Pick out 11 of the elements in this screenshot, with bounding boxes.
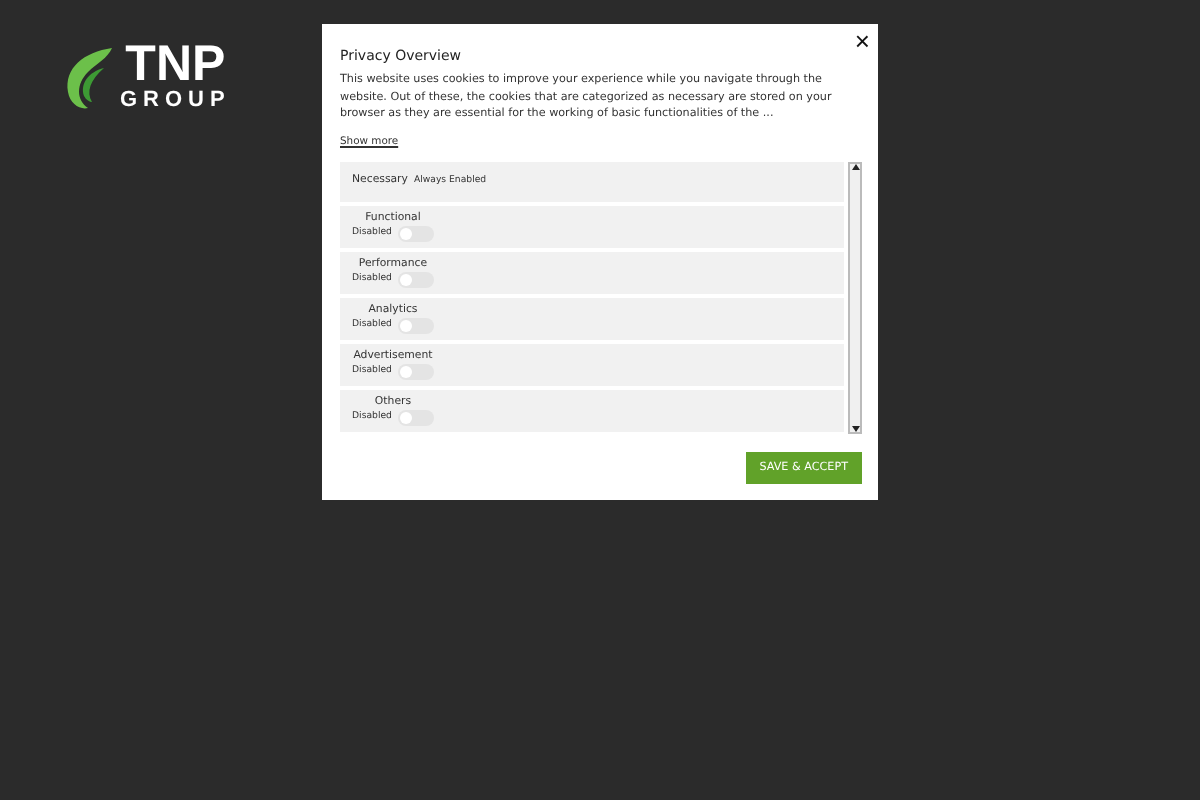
scroll-up-icon [851, 163, 859, 169]
scrollbar[interactable] [848, 161, 862, 433]
close-button[interactable]: × [854, 28, 870, 54]
toggle-switch[interactable] [397, 271, 434, 287]
toggle-switch[interactable] [397, 317, 434, 333]
toggle-switch[interactable] [397, 363, 434, 379]
toggle-switch[interactable] [397, 409, 434, 425]
scroll-down-icon [851, 425, 859, 431]
brand-name: TNP [125, 40, 226, 88]
brand-tagline: GROUP [120, 88, 231, 114]
toggle-switch[interactable] [397, 225, 434, 241]
